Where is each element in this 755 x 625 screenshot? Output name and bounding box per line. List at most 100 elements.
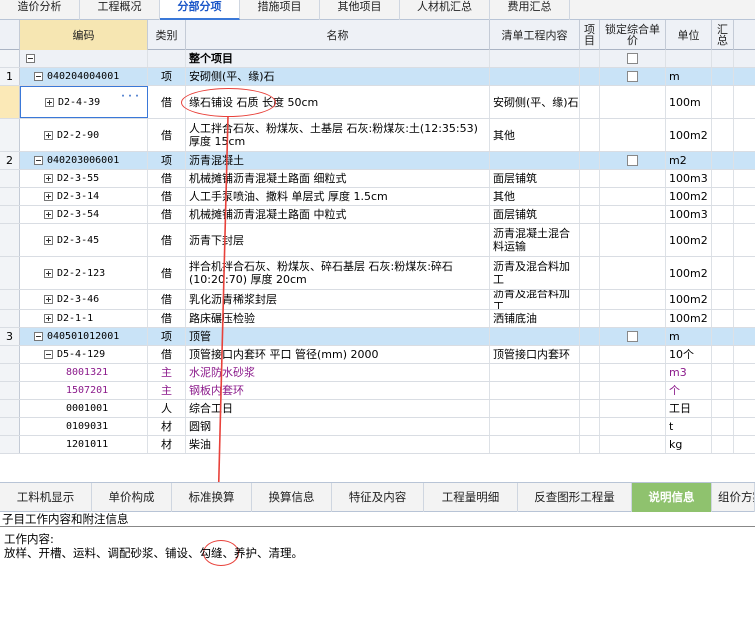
cell-content[interactable] [490,152,580,169]
tab-measure-items[interactable]: 措施项目 [240,0,320,20]
cell-content[interactable] [490,328,580,345]
cell-content[interactable]: 洒铺底油 [490,310,580,327]
row-index[interactable]: 2 [0,152,20,169]
table-row[interactable]: D2-1-1 借 路床碾压检验 洒铺底油 100m2 [0,310,755,328]
cell-code[interactable]: 0001001 [20,400,148,417]
cell-unit[interactable]: 100m2 [666,188,712,205]
cell-code[interactable]: D2-3-46 [20,290,148,309]
cell-unit[interactable]: m2 [666,152,712,169]
expand-icon[interactable] [44,295,53,304]
expand-icon[interactable] [44,235,53,245]
cell-type[interactable]: 人 [148,400,186,417]
cell-name[interactable]: 机械摊铺沥青混凝土路面 中粒式 [186,206,490,223]
cell-type[interactable]: 材 [148,418,186,435]
cell-lock-price[interactable] [600,224,666,256]
cell-name[interactable]: 人工拌合石灰、粉煤灰、土基层 石灰:粉煤灰:土(12:35:53) 厚度 15c… [186,119,490,151]
table-row[interactable]: 2 040203006001 项 沥青混凝土 m2 [0,152,755,170]
cell-code[interactable]: D2-3-14 [20,188,148,205]
cell-summary[interactable] [712,188,734,205]
cell-item[interactable] [580,119,600,151]
cell-type[interactable]: 借 [148,290,186,309]
tab-labor-material-summary[interactable]: 人材机汇总 [400,0,490,20]
table-row[interactable]: 0001001 人 综合工日 工日 [0,400,755,418]
cell-code[interactable]: 0109031 [20,418,148,435]
table-row[interactable]: 0109031 材 圆钢 t [0,418,755,436]
table-row[interactable]: D2-3-14 借 人工手泵喷油、撒料 单层式 厚度 1.5cm 其他 100m2 [0,188,755,206]
cell-lock-price[interactable] [600,290,666,309]
table-row[interactable]: 3 040501012001 项 顶管 m [0,328,755,346]
cell-name[interactable]: 沥青混凝土 [186,152,490,169]
cell-lock-price[interactable] [600,400,666,417]
cell-code[interactable]: 040203006001 [20,152,148,169]
cell-summary[interactable] [712,86,734,118]
cell-name[interactable]: 机械摊铺沥青混凝土路面 细粒式 [186,170,490,187]
cell-content[interactable] [490,400,580,417]
cell-unit[interactable]: m3 [666,364,712,381]
cell-type[interactable]: 项 [148,328,186,345]
tab-unit-price-composition[interactable]: 单价构成 [92,483,172,512]
header-summary[interactable]: 汇总 [712,20,734,50]
row-index[interactable] [0,364,20,381]
lock-price-checkbox[interactable] [627,331,638,342]
expand-icon[interactable] [45,97,54,107]
row-index[interactable] [0,290,20,309]
cell-code[interactable]: D2-2-123 [20,257,148,289]
tab-description-info[interactable]: 说明信息 [632,483,712,512]
cell-lock-price[interactable] [600,436,666,453]
cell-summary[interactable] [712,418,734,435]
cell-type[interactable]: 借 [148,310,186,327]
tab-features-content[interactable]: 特征及内容 [332,483,424,512]
cell-name[interactable]: 综合工日 [186,400,490,417]
cell-content[interactable]: 沥青及混合料加工 [490,290,580,309]
cell-content[interactable]: 顶管接口内套环 [490,346,580,363]
cell-item[interactable] [580,206,600,223]
lock-price-checkbox[interactable] [627,53,638,64]
lock-price-checkbox[interactable] [627,155,638,166]
row-index[interactable] [0,346,20,363]
tab-pricing-scheme[interactable]: 组价方案 [712,483,755,512]
row-index[interactable] [0,382,20,399]
cell-lock-price[interactable] [600,188,666,205]
row-index[interactable] [0,418,20,435]
cell-item[interactable] [580,224,600,256]
row-index[interactable] [0,206,20,223]
cell-lock-price[interactable] [600,364,666,381]
cell-item[interactable] [580,290,600,309]
cell-code[interactable]: 040501012001 [20,328,148,345]
cell-item[interactable] [580,68,600,85]
cell-name[interactable]: 乳化沥青稀浆封层 [186,290,490,309]
cell-item[interactable] [580,418,600,435]
cell-name[interactable]: 拌合机拌合石灰、粉煤灰、碎石基层 石灰:粉煤灰:碎石(10:20:70) 厚度 … [186,257,490,289]
cell-summary[interactable] [712,290,734,309]
cell-item[interactable] [580,364,600,381]
cell-content[interactable]: 沥青混凝土混合料运输 [490,224,580,256]
cell-unit[interactable]: t [666,418,712,435]
cell-summary[interactable] [712,436,734,453]
header-code[interactable]: 编码 [20,20,148,50]
collapse-icon[interactable] [44,350,53,359]
cell-name[interactable]: 路床碾压检验 [186,310,490,327]
tab-cost-analysis[interactable]: 造价分析 [0,0,80,20]
cell-name[interactable]: 顶管 [186,328,490,345]
cell-name[interactable]: 钢板内套环 [186,382,490,399]
cell-item[interactable] [580,346,600,363]
cell-unit[interactable]: 100m2 [666,310,712,327]
cell-unit[interactable]: 100m2 [666,224,712,256]
cell-name[interactable]: 人工手泵喷油、撒料 单层式 厚度 1.5cm [186,188,490,205]
table-row[interactable]: D2-2-90 借 人工拌合石灰、粉煤灰、土基层 石灰:粉煤灰:土(12:35:53… [0,119,755,152]
table-row[interactable]: 整个项目 [0,50,755,68]
header-name[interactable]: 名称 [186,20,490,50]
row-index[interactable]: 1 [0,68,20,85]
row-index[interactable] [0,436,20,453]
cell-code[interactable]: 1201011 [20,436,148,453]
row-index[interactable] [0,119,20,151]
table-row[interactable]: D2-3-46 借 乳化沥青稀浆封层 沥青及混合料加工 100m2 [0,290,755,310]
expand-icon[interactable] [44,210,53,219]
cell-summary[interactable] [712,346,734,363]
cell-lock-price[interactable] [600,152,666,169]
cell-summary[interactable] [712,310,734,327]
cell-code[interactable]: D2-3-45 [20,224,148,256]
cell-lock-price[interactable] [600,50,666,67]
cell-summary[interactable] [712,50,734,67]
expand-icon[interactable] [44,314,53,323]
